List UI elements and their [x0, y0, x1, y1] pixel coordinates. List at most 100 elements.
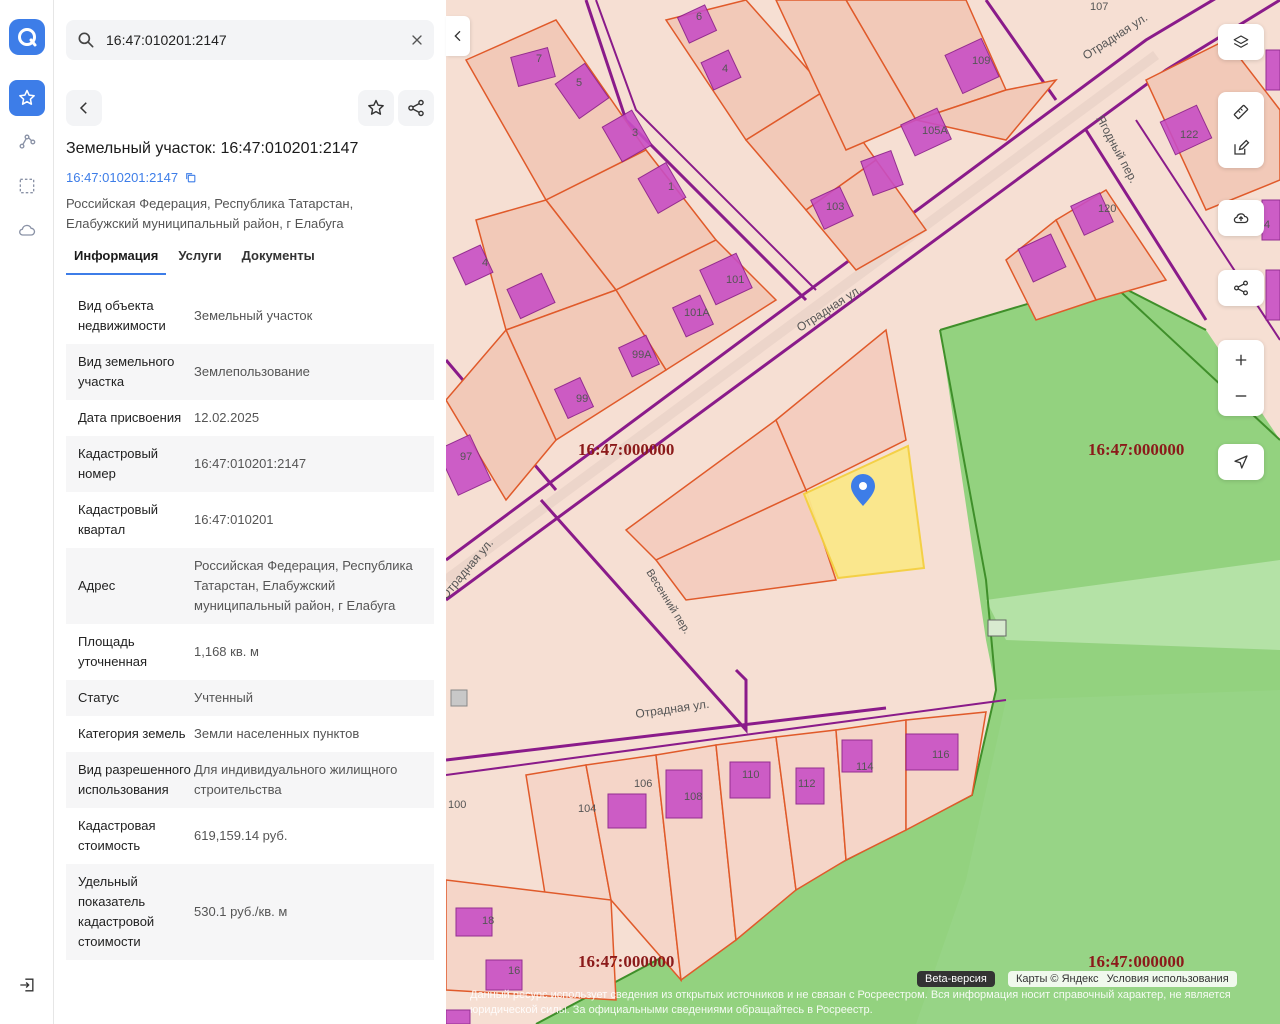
geolocation-control [1218, 444, 1264, 480]
info-value: Землепользование [194, 364, 310, 379]
cloud-nav-icon[interactable] [9, 212, 45, 248]
zoom-in-button[interactable] [1218, 342, 1264, 378]
clear-search-icon[interactable] [400, 32, 434, 48]
chevron-left-icon [79, 102, 87, 114]
small-structure-2 [987, 619, 1007, 637]
cadastral-link-text[interactable]: 16:47:010201:2147 [66, 170, 178, 185]
info-row: Категория земель Земли населенных пунктов [66, 716, 434, 752]
info-key: Площадь уточненная [78, 634, 148, 669]
measure-tools [1218, 92, 1264, 168]
house-number: 4 [482, 257, 488, 269]
info-value: 530.1 руб./кв. м [194, 904, 288, 919]
search-bar [66, 20, 434, 60]
info-row: Площадь уточненная 1,168 кв. м [66, 624, 434, 680]
share-button[interactable] [398, 90, 434, 126]
plus-icon [1235, 354, 1247, 366]
house-number: 7 [536, 53, 542, 65]
share-map-button[interactable] [1218, 270, 1264, 306]
layers-control [1218, 24, 1264, 60]
navigation-arrow-icon [1234, 455, 1248, 469]
share-icon [1233, 280, 1249, 296]
ruler-icon [1233, 104, 1249, 120]
route-nav-icon[interactable] [9, 124, 45, 160]
search-icon [66, 30, 106, 50]
quarter-label: 16:47:000000 [578, 440, 675, 459]
house-number: 101 [726, 274, 744, 286]
info-value: 16:47:010201:2147 [194, 456, 307, 471]
house-number: 4 [722, 63, 728, 75]
favorite-button[interactable] [358, 90, 394, 126]
info-row: Вид земельного участка Землепользование [66, 344, 434, 400]
info-table: Вид объекта недвижимости Земельный участо… [66, 288, 434, 1002]
zoom-out-button[interactable] [1218, 378, 1264, 414]
info-value: Земли населенных пунктов [194, 726, 360, 741]
info-key: Вид земельного участка [78, 354, 175, 389]
street-label: Отрадная ул. [634, 697, 710, 721]
info-row: Адрес Российская Федерация, Республика Та… [66, 548, 434, 624]
street-label: Отрадная ул. [1080, 10, 1150, 62]
upload-control [1218, 200, 1264, 236]
info-value: Учтенный [194, 690, 254, 705]
house-number: 103 [826, 201, 844, 213]
favorites-nav-icon[interactable] [9, 80, 45, 116]
house-number: 116 [932, 749, 950, 761]
info-key: Кадастровая стоимость [78, 818, 156, 853]
house-number: 6 [696, 11, 702, 23]
street-label: Ягодный пер. [1093, 113, 1140, 186]
quarter-label: 16:47:000000 [578, 952, 675, 971]
search-input[interactable] [106, 32, 400, 48]
object-panel: Земельный участок: 16:47:010201:2147 16:… [54, 0, 446, 1024]
house-number: 1 [668, 181, 674, 193]
info-value: Для индивидуального жилищного строительс… [194, 762, 398, 797]
upload-button[interactable] [1218, 200, 1264, 236]
info-value: 12.02.2025 [194, 410, 260, 425]
attribution-text[interactable]: Карты © Яндекс [1016, 973, 1099, 985]
info-row: Вид разрешенного использования Для индиви… [66, 752, 434, 808]
map-layer[interactable]: Отрадная ул. Отрадная ул. Отрадная ул. О… [446, 0, 1280, 1024]
logout-icon[interactable] [12, 970, 42, 1000]
disclaimer-text: Данный ресурс использует сведения из отк… [470, 989, 1231, 1016]
info-value: Земельный участок [194, 308, 313, 323]
house-number: 104 [578, 803, 596, 815]
house-number: 4 [1264, 219, 1270, 231]
tab-bar: Информация Услуги Документы [66, 244, 327, 275]
info-key: Вид разрешенного использования [78, 762, 191, 797]
house-number: 97 [460, 451, 472, 463]
zoom-control [1218, 340, 1264, 416]
edit-button[interactable] [1218, 130, 1264, 166]
map-attribution: Карты © Яндекс Условия использования [1008, 971, 1237, 987]
info-key: Категория земель [78, 726, 186, 741]
ruler-button[interactable] [1218, 94, 1264, 130]
share-icon [408, 99, 424, 117]
back-button[interactable] [66, 90, 102, 126]
house-number: 101А [684, 307, 710, 319]
beta-badge: Beta-версия [917, 971, 995, 987]
layers-button[interactable] [1218, 24, 1264, 60]
app-logo-icon[interactable] [9, 19, 45, 55]
info-row: Кадастровый номер 16:47:010201:2147 [66, 436, 434, 492]
layers-icon [1233, 35, 1249, 48]
collapse-panel-button[interactable] [446, 16, 470, 56]
info-key: Кадастровый квартал [78, 502, 159, 537]
info-row: Кадастровая стоимость 619,159.14 руб. [66, 808, 434, 864]
small-structure [450, 689, 468, 707]
cadastral-link[interactable]: 16:47:010201:2147 [66, 170, 197, 185]
tab-services[interactable]: Услуги [170, 244, 229, 275]
map-canvas[interactable]: Отрадная ул. Отрадная ул. Отрадная ул. О… [446, 0, 1280, 1024]
terms-link[interactable]: Условия использования [1107, 973, 1229, 985]
chevron-left-icon [454, 30, 461, 42]
tab-documents[interactable]: Документы [234, 244, 323, 275]
house-number: 18 [482, 915, 494, 927]
copy-icon[interactable] [184, 171, 197, 184]
select-area-nav-icon[interactable] [9, 168, 45, 204]
geolocation-button[interactable] [1218, 444, 1264, 480]
info-row: Дата присвоения 12.02.2025 [66, 400, 434, 436]
house-number: 106 [634, 778, 652, 790]
house-number: 107 [1090, 1, 1108, 13]
house-number: 114 [856, 761, 874, 773]
house-number: 112 [798, 778, 816, 790]
edit-icon [1234, 139, 1250, 155]
info-key: Кадастровый номер [78, 446, 159, 481]
tab-information[interactable]: Информация [66, 244, 167, 275]
street-label: Отрадная ул. [794, 282, 864, 334]
